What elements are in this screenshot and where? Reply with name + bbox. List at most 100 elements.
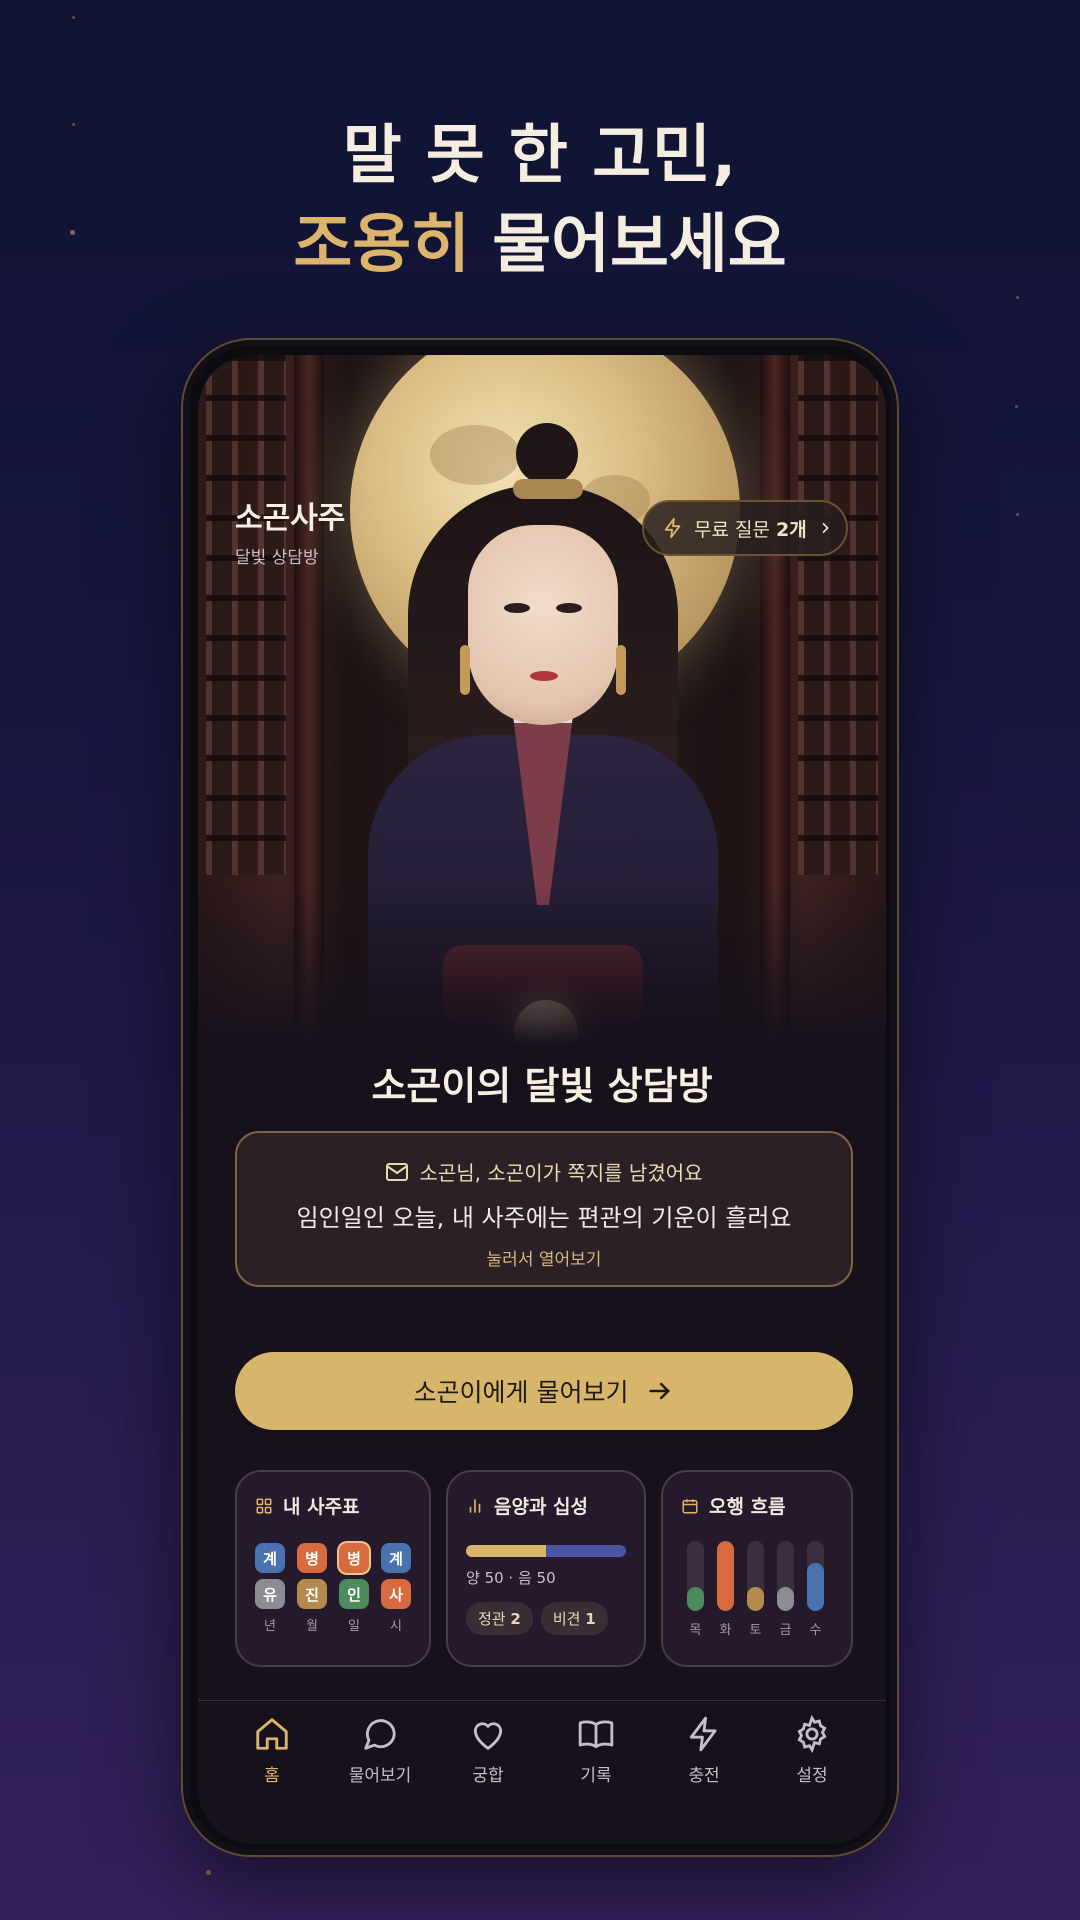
- yinyang-card-title: 음양과 십성: [466, 1492, 626, 1519]
- note-header-text: 소곤님, 소곤이가 쪽지를 남겼어요: [419, 1161, 703, 1185]
- note-message: 임인일인 오늘, 내 사주에는 편관의 기운이 흘러요: [296, 1204, 792, 1232]
- star-decoration: [72, 16, 75, 19]
- arrow-right-icon: [649, 1382, 671, 1400]
- gear-icon: [797, 1715, 827, 1753]
- ask-button-label: 소곤이에게 물어보기: [413, 1378, 629, 1407]
- saju-chip: 계: [381, 1543, 411, 1573]
- ohaeng-bar-column: 토: [747, 1541, 764, 1638]
- star-decoration: [1015, 405, 1018, 408]
- chat-bubble-icon: [364, 1719, 396, 1750]
- note-open-hint: 눌러서 열어보기: [486, 1250, 602, 1270]
- ohaeng-bar-track: [717, 1541, 734, 1611]
- tab-label: 충전: [688, 1766, 720, 1786]
- book-icon: [578, 1720, 614, 1749]
- saju-pillars: 계 병 병 계 유 진 인 사: [255, 1543, 411, 1609]
- tag-bigyeon: 비견 1: [540, 1602, 608, 1635]
- lightning-icon: [689, 1716, 717, 1752]
- ohaeng-bar-label: 화: [719, 1623, 732, 1638]
- tab-settings[interactable]: 설정: [762, 1715, 862, 1786]
- room-title: 소곤이의 달빛 상담방: [371, 1064, 713, 1108]
- window-lattice-left: [206, 355, 286, 875]
- ohaeng-card-title: 오행 흐름: [681, 1492, 833, 1519]
- ohaeng-bar-label: 목: [689, 1623, 702, 1638]
- lightning-icon: [664, 517, 681, 539]
- app-brand: 소곤사주 달빛 상담방: [235, 493, 345, 568]
- tag-jeonggwan: 정관 2: [466, 1602, 533, 1635]
- tab-home[interactable]: 홈: [222, 1715, 322, 1786]
- yinyang-ratio-bar: [466, 1545, 626, 1557]
- app-name: 소곤사주: [235, 501, 346, 536]
- phone-frame: 소곤사주 달빛 상담방 무료 질문 2개 소곤이의 달빛 상담방 소곤님, 소곤…: [181, 338, 899, 1857]
- ohaeng-card[interactable]: 오행 흐름 목 화 토 금 수: [661, 1470, 853, 1667]
- star-decoration: [206, 1870, 211, 1875]
- saju-chip: 유: [255, 1579, 285, 1609]
- tab-label: 물어보기: [348, 1766, 412, 1786]
- free-questions-button[interactable]: 무료 질문 2개: [642, 500, 848, 556]
- headline-line-2: 조용히 물어보세요: [0, 200, 1080, 290]
- headline: 말 못 한 고민, 조용히 물어보세요: [0, 112, 1080, 290]
- tab-label: 홈: [264, 1766, 280, 1786]
- saju-chip: 진: [297, 1579, 327, 1609]
- ohaeng-bar-track: [687, 1541, 704, 1611]
- pillar-label: 일: [348, 1619, 360, 1634]
- star-decoration: [1016, 513, 1019, 516]
- hero-illustration: 소곤사주 달빛 상담방 무료 질문 2개: [198, 355, 886, 1045]
- ohaeng-bar-track: [807, 1541, 824, 1611]
- message-note-card[interactable]: 소곤님, 소곤이가 쪽지를 남겼어요 임인일인 오늘, 내 사주에는 편관의 기…: [235, 1131, 853, 1287]
- ohaeng-bar-column: 금: [777, 1541, 794, 1638]
- ohaeng-bar-label: 금: [779, 1623, 792, 1638]
- tab-label: 궁합: [472, 1766, 504, 1786]
- calendar-icon: [682, 1498, 698, 1513]
- pillar-label: 시: [390, 1619, 402, 1634]
- tab-records[interactable]: 기록: [546, 1715, 646, 1786]
- ohaeng-bar-fill: [687, 1586, 704, 1611]
- tab-charge[interactable]: 충전: [654, 1715, 754, 1786]
- envelope-icon: [386, 1162, 409, 1181]
- ohaeng-bar-fill: [807, 1563, 824, 1611]
- saju-chip: 인: [339, 1579, 369, 1609]
- ohaeng-bar-track: [777, 1541, 794, 1611]
- tab-ask[interactable]: 물어보기: [330, 1715, 430, 1786]
- saju-chip-day-master: 병: [339, 1543, 369, 1573]
- saju-chip: 사: [381, 1579, 411, 1609]
- tab-compatibility[interactable]: 궁합: [438, 1715, 538, 1786]
- heart-icon: [473, 1722, 503, 1750]
- window-lattice-right: [798, 355, 878, 875]
- app-screen: 소곤사주 달빛 상담방 무료 질문 2개 소곤이의 달빛 상담방 소곤님, 소곤…: [198, 355, 886, 1844]
- free-questions-label: 무료 질문 2개: [694, 518, 807, 541]
- note-header: 소곤님, 소곤이가 쪽지를 남겼어요: [237, 1157, 851, 1186]
- app-subtitle: 달빛 상담방: [235, 548, 319, 568]
- ohaeng-bar-fill: [777, 1586, 794, 1611]
- grid-icon: [256, 1498, 272, 1513]
- saju-chart-card[interactable]: 내 사주표 계 병 병 계 유 진 인 사 년 월 일 시: [235, 1470, 431, 1667]
- ohaeng-bar-fill: [747, 1586, 764, 1611]
- headline-highlight: 조용히: [293, 208, 470, 282]
- ohaeng-bar-label: 수: [809, 1623, 822, 1638]
- ohaeng-bar-fill: [717, 1541, 734, 1611]
- bar-chart-icon: [469, 1498, 481, 1513]
- home-icon: [256, 1718, 288, 1750]
- tab-label: 기록: [580, 1766, 612, 1786]
- ohaeng-bar-column: 목: [687, 1541, 704, 1638]
- pillar-labels: 년 월 일 시: [255, 1615, 411, 1634]
- ohaeng-bar-track: [747, 1541, 764, 1611]
- yinyang-ratio-text: 양 50 · 음 50: [466, 1569, 556, 1587]
- ask-sogon-button[interactable]: 소곤이에게 물어보기: [235, 1352, 853, 1430]
- pillar-label: 년: [264, 1619, 276, 1634]
- tab-label: 설정: [796, 1766, 828, 1786]
- headline-line-1: 말 못 한 고민,: [342, 119, 738, 193]
- ohaeng-bar-label: 토: [749, 1623, 762, 1638]
- yinyang-card[interactable]: 음양과 십성 양 50 · 음 50 정관 2 비견 1: [446, 1470, 646, 1667]
- saju-card-title: 내 사주표: [255, 1492, 411, 1519]
- ohaeng-bar-chart: 목화토금수: [681, 1541, 833, 1638]
- star-decoration: [1016, 296, 1019, 299]
- ohaeng-bar-column: 화: [717, 1541, 734, 1638]
- ohaeng-bar-column: 수: [807, 1541, 824, 1638]
- chevron-right-icon: [822, 522, 829, 534]
- pillar-label: 월: [306, 1619, 318, 1634]
- headline-rest: 물어보세요: [469, 208, 787, 282]
- bottom-tab-bar: 홈 물어보기 궁합 기록 충전 설정: [198, 1700, 886, 1844]
- saju-chip: 계: [255, 1543, 285, 1573]
- summary-cards: 내 사주표 계 병 병 계 유 진 인 사 년 월 일 시 음양과 십성 양 5…: [235, 1470, 853, 1667]
- saju-chip: 병: [297, 1543, 327, 1573]
